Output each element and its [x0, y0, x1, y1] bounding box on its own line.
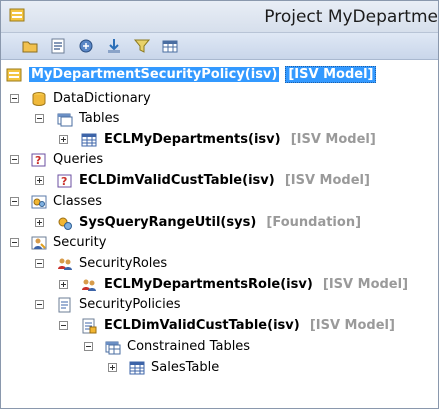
tree-node-label: SecurityRoles — [79, 256, 168, 271]
security-policy-icon — [82, 318, 97, 334]
tree-node-label: DataDictionary — [53, 91, 151, 106]
collapse-icon[interactable] — [35, 114, 44, 123]
tree-node-root[interactable]: MyDepartmentSecurityPolicy(isv) [ISV Mode… — [1, 65, 438, 85]
tree-node-eclmydepartmentsrole[interactable]: ECLMyDepartmentsRole(isv) [ISV Model] — [1, 275, 438, 295]
security-role-icon — [82, 279, 96, 291]
tree-node-tables[interactable]: Tables — [1, 109, 438, 129]
layer-badge: [ISV Model] — [309, 318, 395, 333]
database-icon — [32, 92, 46, 106]
properties-icon[interactable] — [49, 37, 67, 55]
expand-icon[interactable] — [35, 176, 44, 185]
tree-node-label: Tables — [79, 111, 120, 126]
svg-text:?: ? — [61, 175, 67, 188]
layer-badge: [ISV Model] — [285, 66, 377, 83]
tree-node-ecldimvalidcusttable-query[interactable]: ? ECLDimValidCustTable(isv) [ISV Model] — [1, 171, 438, 191]
tree-node-label: ECLMyDepartments(isv) — [104, 132, 281, 147]
table-icon[interactable] — [161, 37, 179, 55]
tree-node-label: Queries — [53, 152, 104, 167]
table-icon — [129, 361, 145, 375]
project-tree: MyDepartmentSecurityPolicy(isv) [ISV Mode… — [1, 61, 438, 408]
expand-icon[interactable] — [108, 363, 117, 372]
layer-badge: [ISV Model] — [290, 132, 376, 147]
expand-icon[interactable] — [59, 280, 68, 289]
tree-node-label: ECLMyDepartmentsRole(isv) — [104, 277, 313, 292]
collapse-icon[interactable] — [10, 155, 19, 164]
collapse-icon[interactable] — [35, 259, 44, 268]
project-icon — [9, 8, 25, 22]
expand-icon[interactable] — [35, 218, 44, 227]
collapse-icon[interactable] — [10, 94, 19, 103]
tree-node-classes[interactable]: Classes — [1, 192, 438, 212]
tree-node-label: MyDepartmentSecurityPolicy(isv) — [29, 67, 280, 82]
open-icon[interactable] — [21, 37, 39, 55]
expand-icon[interactable] — [59, 135, 68, 144]
project-window: Project MyDepartme MyDepartmentSecurityP… — [0, 0, 439, 409]
title-bar[interactable]: Project MyDepartme — [1, 1, 438, 33]
tree-node-ecldimvalidcusttable-policy[interactable]: ECLDimValidCustTable(isv) [ISV Model] — [1, 316, 438, 336]
tree-node-salestable[interactable]: SalesTable — [1, 358, 438, 378]
layer-badge: [Foundation] — [266, 215, 362, 230]
tree-node-securitypolicies[interactable]: SecurityPolicies — [1, 295, 438, 315]
toolbar — [1, 33, 438, 60]
tree-node-label: Security — [53, 235, 107, 250]
tree-node-queries[interactable]: ? Queries — [1, 150, 438, 170]
project-icon — [6, 68, 22, 82]
queries-icon: ? — [31, 153, 46, 167]
layer-badge: [ISV Model] — [284, 173, 370, 188]
window-title: Project MyDepartme — [264, 7, 438, 27]
query-icon: ? — [57, 174, 72, 188]
compile-icon[interactable] — [77, 37, 95, 55]
tree-node-label: ECLDimValidCustTable(isv) — [79, 173, 275, 188]
class-icon — [58, 217, 72, 230]
constrained-tables-icon — [105, 341, 121, 355]
security-policies-icon — [58, 297, 71, 313]
collapse-icon[interactable] — [59, 321, 68, 330]
collapse-icon[interactable] — [35, 300, 44, 309]
tree-node-label: Constrained Tables — [127, 339, 251, 354]
import-icon[interactable] — [105, 37, 123, 55]
tables-icon — [57, 113, 73, 127]
tree-node-label: SalesTable — [151, 360, 220, 375]
security-roles-icon — [58, 258, 72, 270]
security-icon — [31, 236, 47, 250]
tree-node-sysqueryrangeutil[interactable]: SysQueryRangeUtil(sys) [Foundation] — [1, 213, 438, 233]
collapse-icon[interactable] — [10, 197, 19, 206]
table-icon — [81, 133, 97, 147]
tree-node-label: SecurityPolicies — [79, 297, 181, 312]
filter-icon[interactable] — [133, 37, 151, 55]
svg-text:?: ? — [35, 154, 41, 167]
tree-node-label: ECLDimValidCustTable(isv) — [104, 318, 300, 333]
tree-node-label: Classes — [53, 194, 102, 209]
tree-node-label: SysQueryRangeUtil(sys) — [79, 215, 257, 230]
classes-icon — [31, 195, 47, 209]
tree-node-security[interactable]: Security — [1, 233, 438, 253]
tree-node-constrained-tables[interactable]: Constrained Tables — [1, 337, 438, 357]
tree-node-datadictionary[interactable]: DataDictionary — [1, 89, 438, 109]
tree-node-eclmydepartments[interactable]: ECLMyDepartments(isv) [ISV Model] — [1, 130, 438, 150]
tree-node-securityroles[interactable]: SecurityRoles — [1, 254, 438, 274]
collapse-icon[interactable] — [10, 238, 19, 247]
collapse-icon[interactable] — [84, 342, 93, 351]
layer-badge: [ISV Model] — [322, 277, 409, 292]
